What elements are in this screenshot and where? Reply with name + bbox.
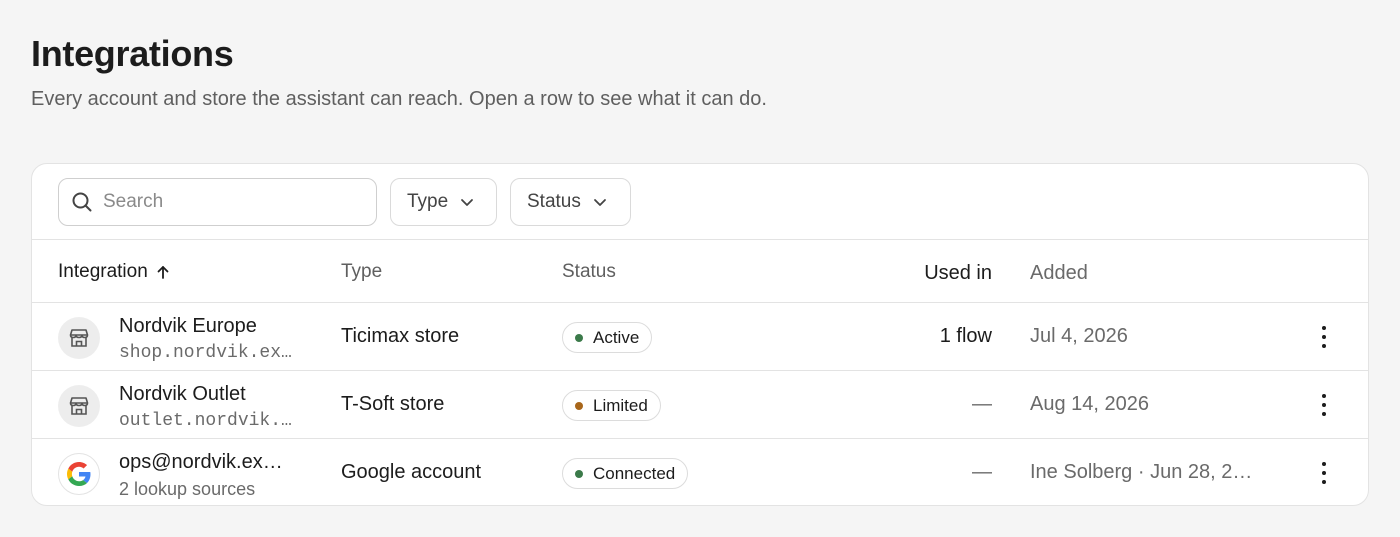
integration-type: T-Soft store — [341, 393, 445, 415]
column-header-integration-label: Integration — [58, 261, 148, 282]
table-row[interactable]: Nordvik Outlet outlet.nordvik.… T-Soft s… — [32, 371, 1368, 439]
store-icon — [58, 317, 100, 359]
status-badge-label: Active — [593, 327, 640, 347]
type-filter-label: Type — [407, 191, 449, 212]
column-header-used-in[interactable]: Used in — [924, 262, 992, 285]
status-badge: Limited — [562, 390, 661, 421]
page-title: Integrations — [31, 33, 234, 74]
integration-name: Nordvik Europe — [119, 315, 257, 337]
used-in-value: 1 flow — [939, 325, 992, 347]
status-badge-label: Limited — [593, 395, 648, 415]
integration-detail: 2 lookup sources — [119, 479, 256, 499]
integration-type: Ticimax store — [341, 325, 460, 347]
more-options-icon[interactable] — [1312, 459, 1336, 487]
integrations-page: Integrations Every account and store the… — [0, 0, 1400, 537]
used-in-value: — — [972, 393, 992, 415]
table-toolbar: Type Status — [32, 164, 1368, 240]
more-options-icon[interactable] — [1312, 391, 1336, 419]
type-filter-dropdown[interactable]: Type — [390, 178, 497, 226]
added-value: Aug 14, 2026 — [1030, 393, 1149, 415]
added-value: Ine Solberg · Jun 28, 2… — [1030, 461, 1253, 483]
chevron-down-icon — [593, 199, 606, 206]
integration-detail: shop.nordvik.ex… — [119, 343, 292, 363]
table-row[interactable]: ops@nordvik.ex… 2 lookup sources Google … — [32, 439, 1368, 505]
search-icon — [72, 192, 92, 212]
status-filter-label: Status — [527, 191, 581, 212]
column-header-integration[interactable]: Integration — [58, 261, 170, 283]
chevron-down-icon — [461, 199, 474, 206]
added-value: Jul 4, 2026 — [1030, 325, 1128, 347]
status-badge: Connected — [562, 458, 689, 489]
search-input[interactable] — [103, 191, 353, 213]
store-icon — [58, 385, 100, 427]
column-header-added[interactable]: Added — [1030, 262, 1265, 285]
column-header-type[interactable]: Type — [341, 261, 382, 283]
status-badge-label: Connected — [593, 463, 676, 483]
integration-name: ops@nordvik.ex… — [119, 451, 283, 473]
used-in-value: — — [972, 461, 992, 483]
integration-type: Google account — [341, 461, 482, 483]
more-options-icon[interactable] — [1312, 323, 1336, 351]
integration-name: Nordvik Outlet — [119, 383, 246, 405]
column-header-status[interactable]: Status — [562, 261, 616, 283]
integration-detail: outlet.nordvik.… — [119, 411, 292, 431]
search-box[interactable] — [58, 178, 377, 226]
arrow-up-icon — [157, 266, 169, 279]
status-dot-icon — [575, 469, 583, 478]
page-subtitle: Every account and store the assistant ca… — [31, 88, 767, 110]
integrations-table-card: Type Status Integration Type — [31, 163, 1369, 506]
table-row[interactable]: Nordvik Europe shop.nordvik.ex… Ticimax … — [32, 303, 1368, 371]
status-filter-dropdown[interactable]: Status — [510, 178, 631, 226]
table-header: Integration Type Status Used in Added — [32, 240, 1368, 303]
status-badge: Active — [562, 322, 653, 353]
status-dot-icon — [575, 333, 583, 342]
google-icon — [58, 453, 100, 495]
status-dot-icon — [575, 401, 583, 410]
